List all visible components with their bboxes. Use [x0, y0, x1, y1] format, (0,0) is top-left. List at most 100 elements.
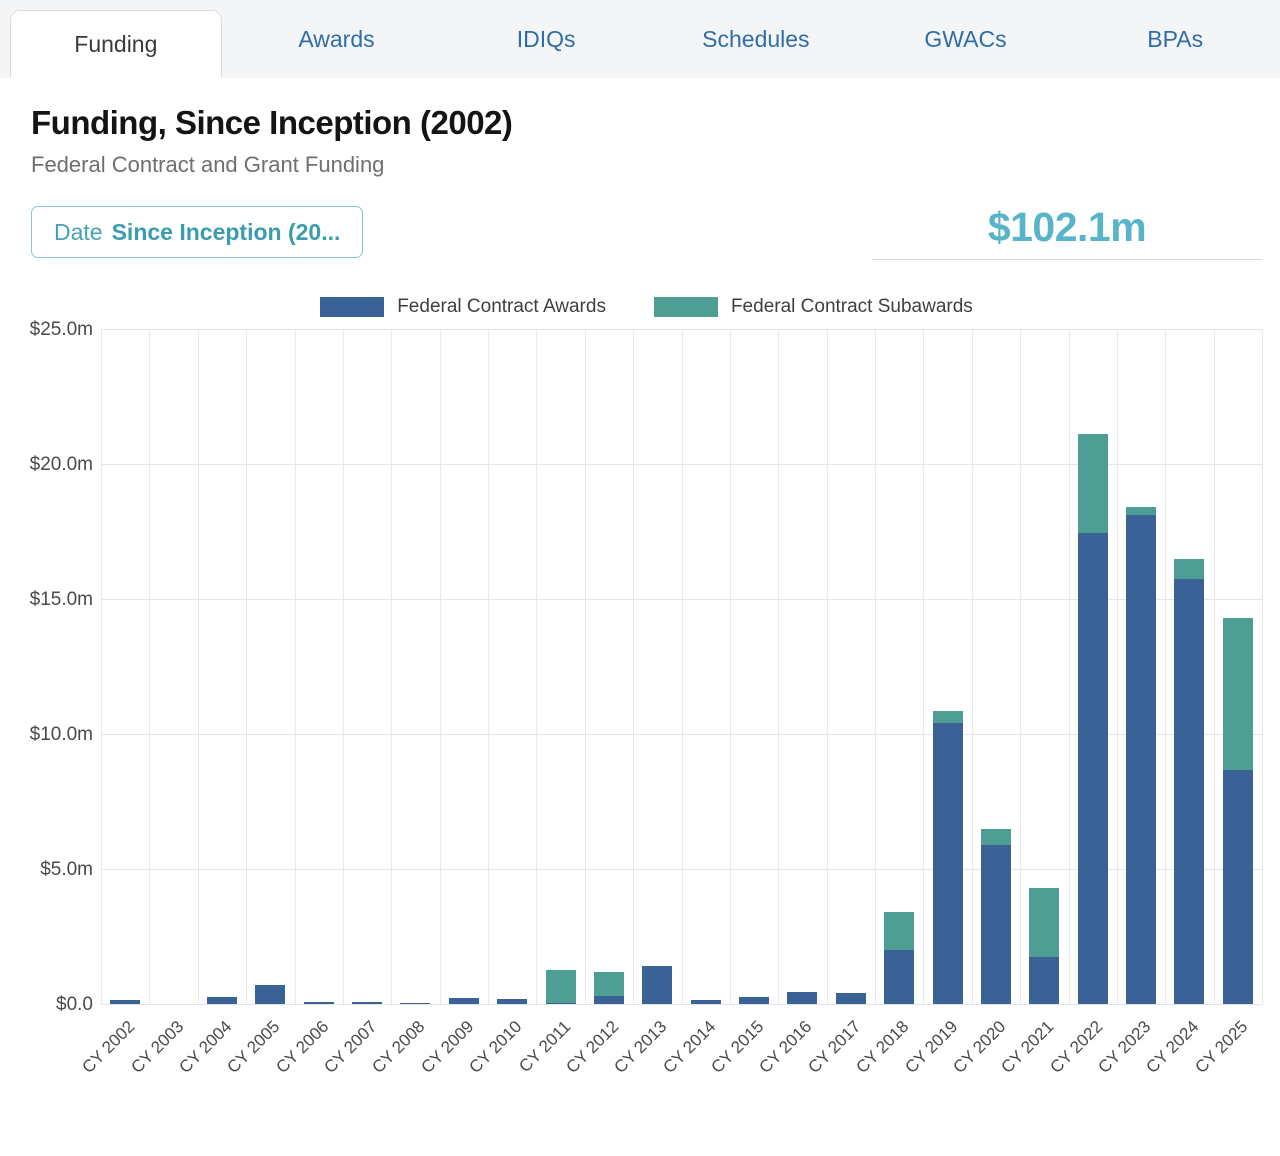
vertical-gridline: [246, 330, 247, 1005]
vertical-gridline: [1262, 330, 1263, 1005]
bar-segment-awards: [836, 993, 866, 1004]
y-axis-label: $15.0m: [30, 589, 93, 611]
bar-segment-subawards: [1223, 618, 1253, 771]
y-axis-label: $20.0m: [30, 454, 93, 476]
date-filter-label: Date: [54, 219, 103, 246]
main-content: Funding, Since Inception (2002) Federal …: [0, 78, 1280, 1110]
bar-segment-awards: [546, 1003, 576, 1004]
bar-cy-2014[interactable]: [691, 1000, 721, 1004]
tab-schedules[interactable]: Schedules: [651, 0, 861, 78]
bar-segment-awards: [884, 950, 914, 1004]
vertical-gridline: [827, 330, 828, 1005]
vertical-gridline: [972, 330, 973, 1005]
bar-segment-subawards: [1174, 559, 1204, 579]
vertical-gridline: [1117, 330, 1118, 1005]
bar-segment-awards: [449, 998, 479, 1004]
bar-cy-2021[interactable]: [1029, 888, 1059, 1004]
bar-cy-2018[interactable]: [884, 912, 914, 1004]
bar-cy-2016[interactable]: [787, 992, 817, 1004]
bar-segment-subawards: [1029, 888, 1059, 957]
bar-segment-subawards: [933, 711, 963, 723]
bar-cy-2006[interactable]: [304, 1002, 334, 1004]
bar-cy-2015[interactable]: [739, 997, 769, 1004]
vertical-gridline: [682, 330, 683, 1005]
tab-awards[interactable]: Awards: [232, 0, 442, 78]
total-funding-value: $102.1m: [872, 204, 1262, 251]
vertical-gridline: [1020, 330, 1021, 1005]
bar-segment-subawards: [1078, 434, 1108, 533]
vertical-gridline: [1165, 330, 1166, 1005]
tab-funding[interactable]: Funding: [10, 10, 222, 78]
bar-cy-2007[interactable]: [352, 1002, 382, 1004]
bar-segment-awards: [110, 1000, 140, 1004]
y-axis-label: $0.0: [56, 994, 93, 1016]
date-filter-value: Since Inception (20...: [112, 219, 341, 246]
vertical-gridline: [295, 330, 296, 1005]
vertical-gridline: [488, 330, 489, 1005]
bar-cy-2025[interactable]: [1223, 618, 1253, 1004]
bar-segment-awards: [207, 997, 237, 1004]
bar-segment-awards: [981, 845, 1011, 1004]
vertical-gridline: [875, 330, 876, 1005]
tab-bpas[interactable]: BPAs: [1070, 0, 1280, 78]
bar-cy-2023[interactable]: [1126, 507, 1156, 1004]
vertical-gridline: [1214, 330, 1215, 1005]
bar-cy-2002[interactable]: [110, 1000, 140, 1004]
legend-swatch: [654, 297, 718, 317]
bar-cy-2024[interactable]: [1174, 559, 1204, 1005]
vertical-gridline: [1069, 330, 1070, 1005]
vertical-gridline: [198, 330, 199, 1005]
legend-swatch: [320, 297, 384, 317]
vertical-gridline: [391, 330, 392, 1005]
bar-cy-2005[interactable]: [255, 985, 285, 1004]
vertical-gridline: [343, 330, 344, 1005]
x-axis: CY 2002CY 2003CY 2004CY 2005CY 2006CY 20…: [101, 1005, 1262, 1110]
vertical-gridline: [440, 330, 441, 1005]
bar-segment-awards: [787, 992, 817, 1004]
y-axis-label: $10.0m: [30, 724, 93, 746]
bar-segment-awards: [1126, 515, 1156, 1004]
date-filter-button[interactable]: Date Since Inception (20...: [31, 206, 363, 258]
bar-segment-awards: [304, 1002, 334, 1004]
vertical-gridline: [778, 330, 779, 1005]
bar-cy-2004[interactable]: [207, 997, 237, 1004]
legend-item-federal-contract-awards[interactable]: Federal Contract Awards: [320, 296, 606, 318]
legend-item-federal-contract-subawards[interactable]: Federal Contract Subawards: [654, 296, 973, 318]
y-axis-label: $5.0m: [40, 859, 93, 881]
bar-segment-subawards: [1126, 507, 1156, 515]
bar-segment-awards: [1223, 770, 1253, 1004]
tab-gwacs[interactable]: GWACs: [861, 0, 1071, 78]
bar-segment-awards: [497, 999, 527, 1004]
bar-segment-awards: [1029, 957, 1059, 1004]
vertical-gridline: [633, 330, 634, 1005]
bar-segment-subawards: [981, 829, 1011, 845]
bar-cy-2009[interactable]: [449, 998, 479, 1004]
vertical-gridline: [101, 330, 102, 1005]
vertical-gridline: [730, 330, 731, 1005]
plot-area: [101, 330, 1262, 1005]
bar-cy-2017[interactable]: [836, 993, 866, 1004]
y-axis-label: $25.0m: [30, 319, 93, 341]
vertical-gridline: [923, 330, 924, 1005]
bar-cy-2012[interactable]: [594, 972, 624, 1004]
bar-cy-2013[interactable]: [642, 966, 672, 1004]
vertical-gridline: [585, 330, 586, 1005]
bar-segment-awards: [400, 1003, 430, 1004]
bar-cy-2022[interactable]: [1078, 434, 1108, 1004]
bar-segment-awards: [1078, 533, 1108, 1004]
bar-segment-subawards: [594, 972, 624, 996]
legend-label: Federal Contract Subawards: [731, 296, 973, 318]
chart-legend: Federal Contract Awards Federal Contract …: [31, 296, 1262, 318]
vertical-gridline: [149, 330, 150, 1005]
bar-segment-awards: [933, 723, 963, 1004]
bar-cy-2008[interactable]: [400, 1003, 430, 1004]
vertical-gridline: [536, 330, 537, 1005]
bar-cy-2011[interactable]: [546, 970, 576, 1004]
plot-column: CY 2002CY 2003CY 2004CY 2005CY 2006CY 20…: [101, 330, 1262, 1110]
bar-segment-awards: [1174, 579, 1204, 1004]
bar-cy-2020[interactable]: [981, 829, 1011, 1004]
tab-idiqs[interactable]: IDIQs: [441, 0, 651, 78]
bar-cy-2019[interactable]: [933, 711, 963, 1004]
bar-segment-awards: [739, 997, 769, 1004]
bar-cy-2010[interactable]: [497, 999, 527, 1004]
